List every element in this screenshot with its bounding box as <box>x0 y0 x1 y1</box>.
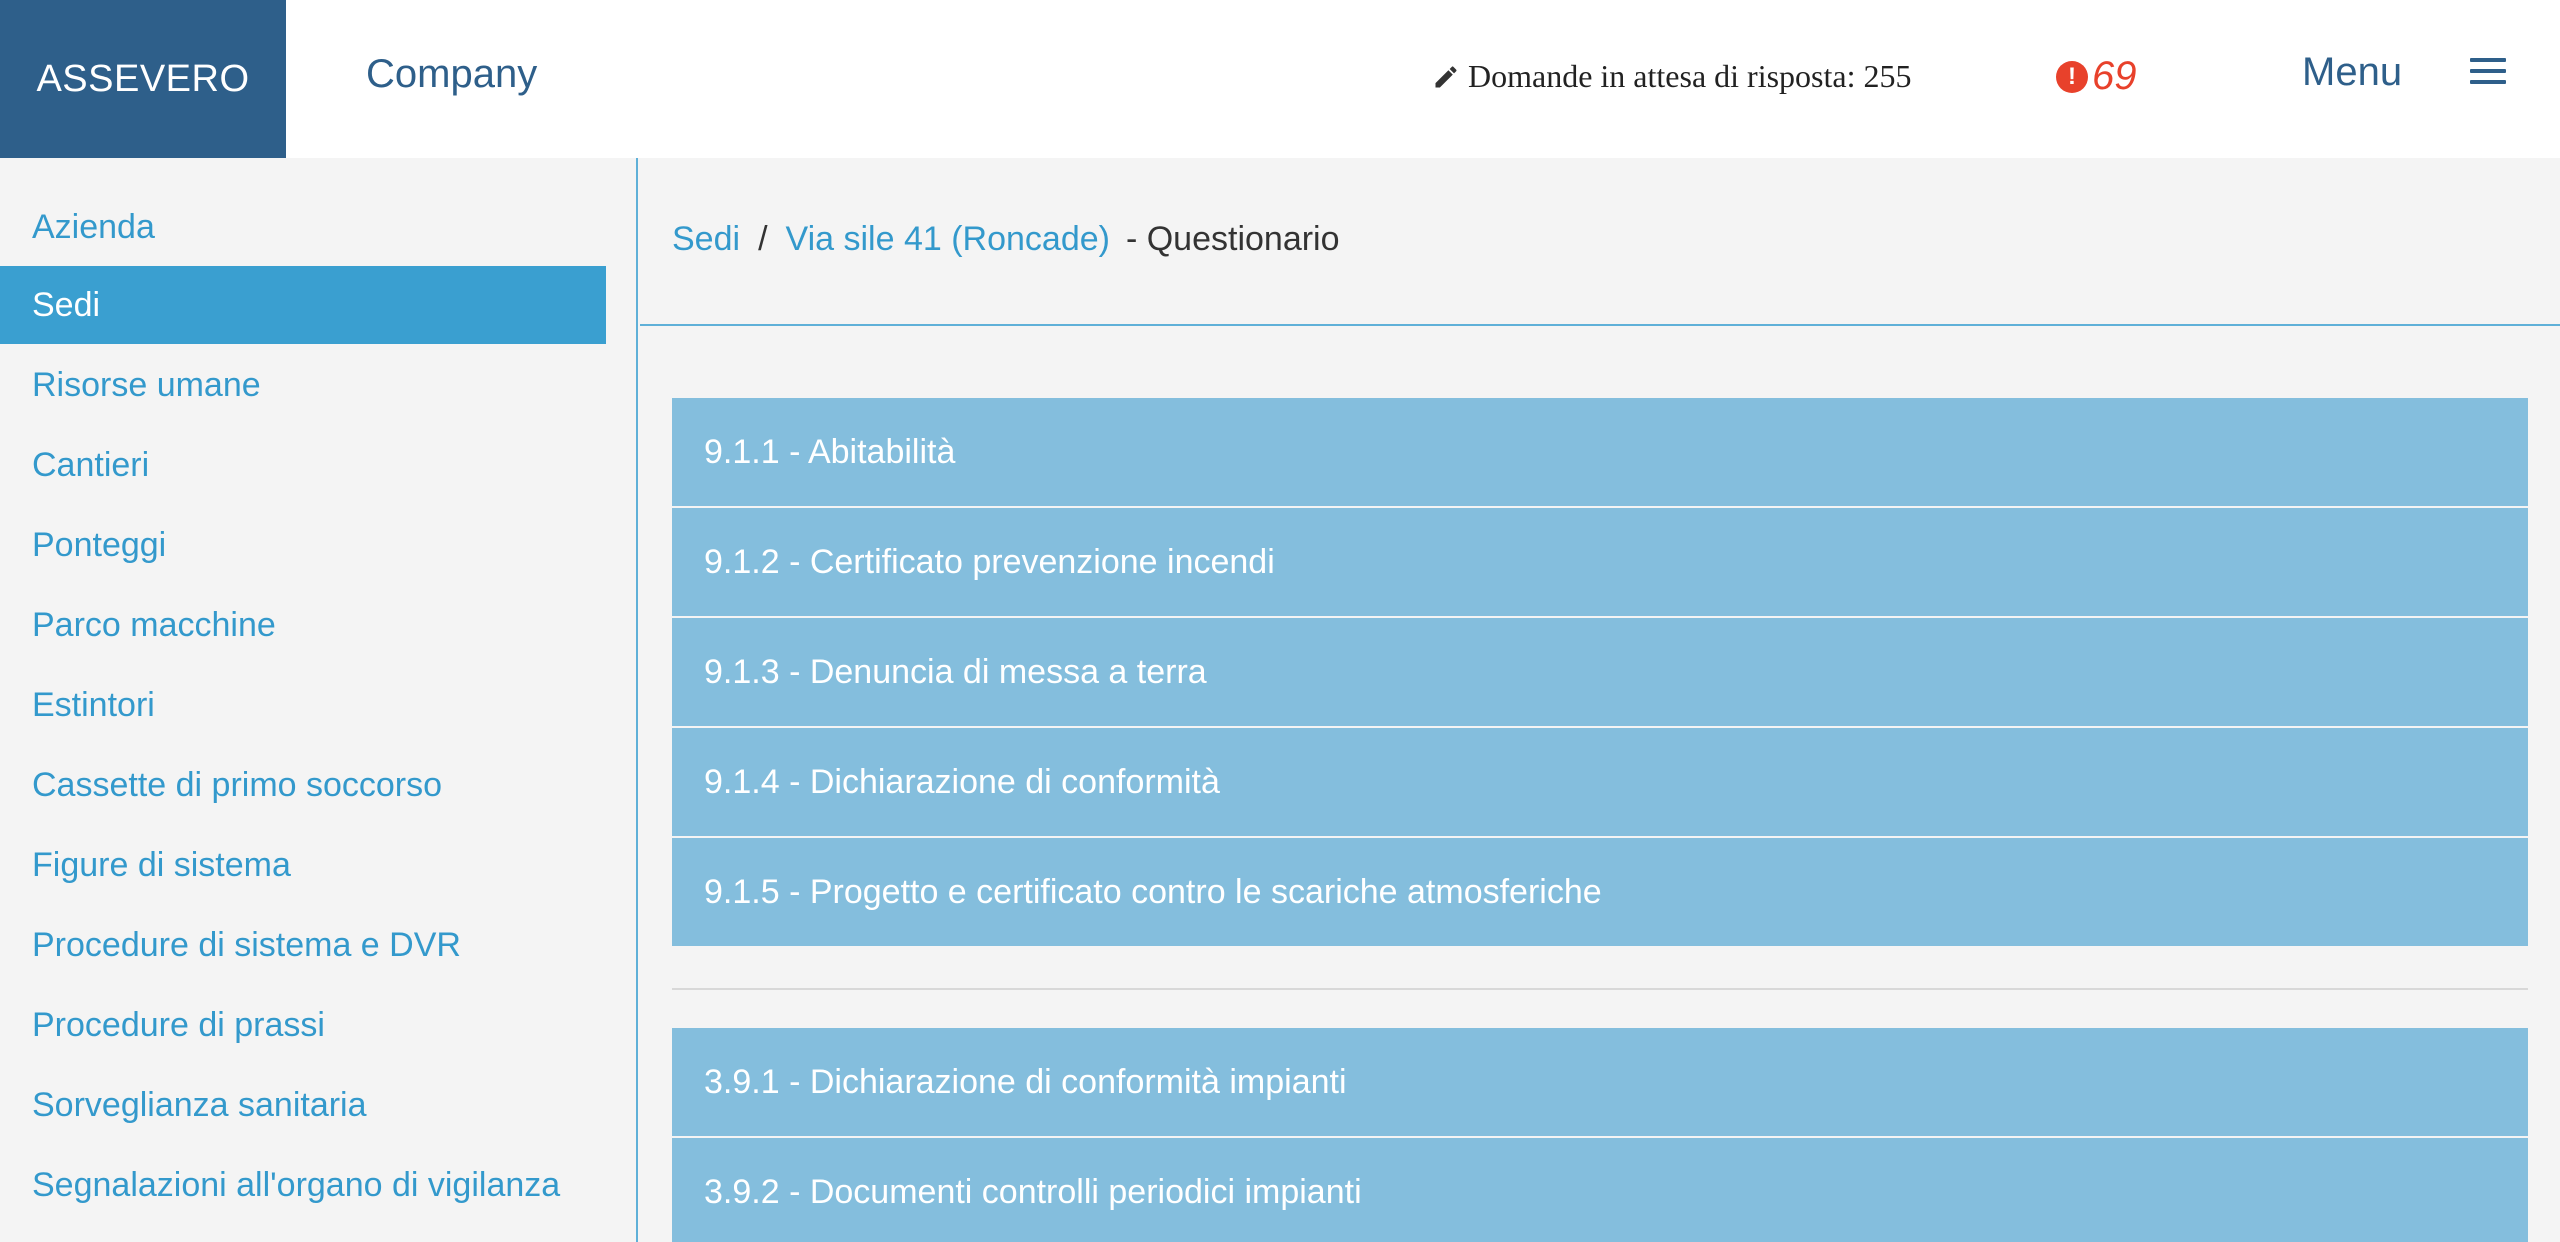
brand-logo[interactable]: ASSEVERO <box>0 0 286 158</box>
question-row[interactable]: 9.1.4 - Dichiarazione di conformità <box>672 728 2528 836</box>
pending-questions-label: Domande in attesa di risposta: 255 <box>1468 58 1912 94</box>
sidebar-item-procedure-di-prassi[interactable]: Procedure di prassi <box>0 986 606 1064</box>
breadcrumb: Sedi / Via sile 41 (Roncade) - Questiona… <box>672 220 1340 259</box>
question-row[interactable]: 9.1.3 - Denuncia di messa a terra <box>672 618 2528 726</box>
sidebar-item-azienda[interactable]: Azienda <box>0 188 606 266</box>
sidebar-item-estintori[interactable]: Estintori <box>0 666 606 744</box>
question-row[interactable]: 9.1.1 - Abitabilità <box>672 398 2528 506</box>
alert-count: 69 <box>2092 54 2137 98</box>
question-row[interactable]: 9.1.5 - Progetto e certificato contro le… <box>672 838 2528 946</box>
question-row[interactable]: 9.1.2 - Certificato prevenzione incendi <box>672 508 2528 616</box>
sidebar-item-figure-di-sistema[interactable]: Figure di sistema <box>0 826 606 904</box>
brand-name: ASSEVERO <box>36 57 250 100</box>
alert-badge[interactable]: ! 69 <box>2056 54 2137 99</box>
company-name[interactable]: Company <box>366 52 537 97</box>
sidebar-item-procedure-sistema-dvr[interactable]: Procedure di sistema e DVR <box>0 906 606 984</box>
hamburger-line <box>2470 58 2506 62</box>
sidebar-item-segnalazioni[interactable]: Segnalazioni all'organo di vigilanza <box>0 1146 606 1224</box>
breadcrumb-sedi-link[interactable]: Sedi <box>672 220 740 259</box>
hamburger-line <box>2470 80 2506 84</box>
main-content: Sedi / Via sile 41 (Roncade) - Questiona… <box>640 158 2560 1242</box>
section-divider <box>672 988 2528 990</box>
hamburger-icon[interactable] <box>2470 58 2506 84</box>
sidebar-item-ponteggi[interactable]: Ponteggi <box>0 506 606 584</box>
exclamation-circle-icon: ! <box>2056 60 2088 93</box>
sidebar-item-sorveglianza-sanitaria[interactable]: Sorveglianza sanitaria <box>0 1066 606 1144</box>
breadcrumb-separator: / <box>758 220 768 258</box>
breadcrumb-current: - Questionario <box>1125 220 1340 258</box>
sidebar-item-risorse-umane[interactable]: Risorse umane <box>0 346 606 424</box>
sidebar-item-cassette-primo-soccorso[interactable]: Cassette di primo soccorso <box>0 746 606 824</box>
top-header: ASSEVERO Company Domande in attesa di ri… <box>0 0 2560 158</box>
breadcrumb-divider <box>640 324 2560 326</box>
pencil-icon <box>1435 65 1457 87</box>
sidebar-item-sedi[interactable]: Sedi <box>0 266 606 344</box>
breadcrumb-location-link[interactable]: Via sile 41 (Roncade) <box>786 220 1110 259</box>
question-row[interactable]: 3.9.1 - Dichiarazione di conformità impi… <box>672 1028 2528 1136</box>
hamburger-line <box>2470 69 2506 73</box>
sidebar-item-cantieri[interactable]: Cantieri <box>0 426 606 504</box>
sidebar-item-parco-macchine[interactable]: Parco macchine <box>0 586 606 664</box>
pending-questions[interactable]: Domande in attesa di risposta: 255 <box>1432 58 1911 95</box>
menu-label[interactable]: Menu <box>2302 50 2402 95</box>
sidebar: Azienda Sedi Risorse umane Cantieri Pont… <box>0 158 638 1242</box>
question-row[interactable]: 3.9.2 - Documenti controlli periodici im… <box>672 1138 2528 1242</box>
